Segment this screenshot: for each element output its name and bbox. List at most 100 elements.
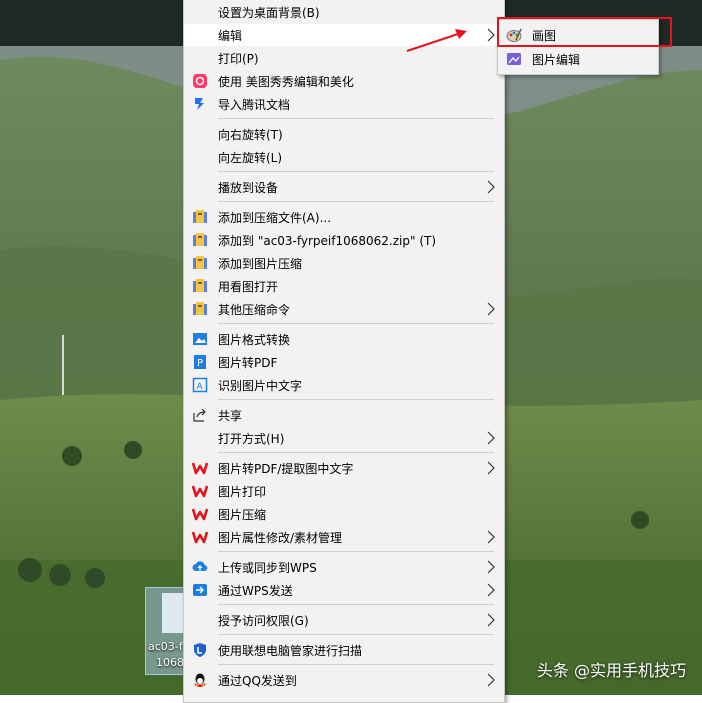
chevron-right-icon xyxy=(487,302,495,316)
menu-item-label: 通过WPS发送 xyxy=(218,584,293,598)
menu-item-label: 授予访问权限(G) xyxy=(218,614,309,628)
menu-item-label: 添加到图片压缩 xyxy=(218,257,303,271)
menu-item-label: 导入腾讯文档 xyxy=(218,98,291,112)
menu-item-add-to-zip[interactable]: 添加到 "ac03-fyrpeif1068062.zip" (T) xyxy=(184,229,504,251)
desktop-file-icon[interactable]: ac03-f 1068 xyxy=(145,587,185,675)
menu-item-lenovo-scan[interactable]: 使用联想电脑管家进行扫描 xyxy=(184,639,504,661)
submenu-item-photo-edit[interactable]: 图片编辑 xyxy=(498,48,658,70)
context-menu: 设置为桌面背景(B) 编辑 打印(P) 使用 美图秀秀编辑和美化 导入腾讯文档 … xyxy=(183,0,505,703)
svg-text:P: P xyxy=(197,358,203,369)
chevron-right-icon xyxy=(487,180,495,194)
menu-item-label: 识别图片中文字 xyxy=(218,379,303,393)
winrar-icon xyxy=(192,278,208,294)
photo-edit-icon xyxy=(506,51,522,67)
menu-item-wps-pdf-ocr[interactable]: 图片转PDF/提取图中文字 xyxy=(184,457,504,479)
chevron-right-icon xyxy=(487,530,495,544)
menu-item-label: 通过QQ发送到 xyxy=(218,674,297,688)
menu-item-label: 打开方式(H) xyxy=(218,432,285,446)
menu-item-other-compress[interactable]: 其他压缩命令 xyxy=(184,298,504,320)
share-icon xyxy=(192,407,208,423)
menu-item-label: 共享 xyxy=(218,409,243,423)
menu-item-wps-image-compress[interactable]: 图片压缩 xyxy=(184,503,504,525)
menu-item-label: 使用 美图秀秀编辑和美化 xyxy=(218,75,354,89)
wps-send-icon xyxy=(192,582,208,598)
svg-text:A: A xyxy=(197,382,204,392)
menu-item-qq-send[interactable]: 通过QQ发送到 xyxy=(184,669,504,691)
menu-item-label: 其他压缩命令 xyxy=(218,303,291,317)
file-thumbnail xyxy=(162,593,184,633)
winrar-icon xyxy=(192,209,208,225)
menu-separator xyxy=(218,323,494,324)
winrar-icon xyxy=(192,232,208,248)
menu-item-label: 打印(P) xyxy=(218,52,259,66)
wps-icon xyxy=(192,483,208,499)
menu-item-label: 上传或同步到WPS xyxy=(218,561,317,575)
menu-separator xyxy=(218,551,494,552)
menu-separator xyxy=(218,452,494,453)
menu-item-label: 使用联想电脑管家进行扫描 xyxy=(218,644,363,658)
wps-icon xyxy=(192,506,208,522)
menu-item-label: 用看图打开 xyxy=(218,280,279,294)
winrar-icon xyxy=(192,255,208,271)
meitu-icon xyxy=(192,73,208,89)
menu-item-label: 图片格式转换 xyxy=(218,333,291,347)
submenu-item-label: 图片编辑 xyxy=(532,53,581,67)
tencent-docs-icon xyxy=(192,96,208,112)
pdf-convert-icon: P xyxy=(192,354,208,370)
chevron-right-icon xyxy=(487,560,495,574)
menu-item-wps-send[interactable]: 通过WPS发送 xyxy=(184,579,504,601)
file-name-line2: 1068 xyxy=(156,656,184,669)
menu-item-label: 编辑 xyxy=(218,29,243,43)
wps-icon xyxy=(192,460,208,476)
chevron-right-icon xyxy=(487,28,495,42)
chevron-right-icon xyxy=(487,673,495,687)
menu-item-wps-upload[interactable]: 上传或同步到WPS xyxy=(184,556,504,578)
chevron-right-icon xyxy=(487,613,495,627)
menu-item-wps-image-properties[interactable]: 图片属性修改/素材管理 xyxy=(184,526,504,548)
menu-item-label: 添加到 "ac03-fyrpeif1068062.zip" (T) xyxy=(218,234,437,248)
wps-icon xyxy=(192,529,208,545)
menu-item-label: 图片转PDF xyxy=(218,356,278,370)
wps-cloud-icon xyxy=(192,559,208,575)
highlight-box xyxy=(497,17,672,47)
menu-item-open-with[interactable]: 打开方式(H) xyxy=(184,427,504,449)
menu-item-add-to-image-compress[interactable]: 添加到图片压缩 xyxy=(184,252,504,274)
winrar-icon xyxy=(192,301,208,317)
file-name-line1: ac03-f xyxy=(148,640,183,653)
menu-separator xyxy=(218,604,494,605)
menu-separator xyxy=(218,634,494,635)
menu-item-label: 向左旋转(L) xyxy=(218,151,283,165)
menu-item-grant-access[interactable]: 授予访问权限(G) xyxy=(184,609,504,631)
menu-item-rotate-right[interactable]: 向右旋转(T) xyxy=(184,123,504,145)
lenovo-shield-icon xyxy=(192,642,208,658)
menu-item-label: 图片转PDF/提取图中文字 xyxy=(218,462,354,476)
ocr-icon: A xyxy=(192,377,208,393)
menu-item-tencent-docs[interactable]: 导入腾讯文档 xyxy=(184,93,504,115)
menu-separator xyxy=(218,399,494,400)
menu-separator xyxy=(218,171,494,172)
menu-item-label: 添加到压缩文件(A)... xyxy=(218,211,332,225)
menu-separator xyxy=(218,118,494,119)
chevron-right-icon xyxy=(487,461,495,475)
menu-item-rotate-left[interactable]: 向左旋转(L) xyxy=(184,146,504,168)
menu-item-image-format-convert[interactable]: 图片格式转换 xyxy=(184,328,504,350)
menu-item-meitu[interactable]: 使用 美图秀秀编辑和美化 xyxy=(184,70,504,92)
menu-item-add-to-archive[interactable]: 添加到压缩文件(A)... xyxy=(184,206,504,228)
menu-item-ocr[interactable]: A 识别图片中文字 xyxy=(184,374,504,396)
menu-item-label: 播放到设备 xyxy=(218,181,279,195)
menu-item-label: 向右旋转(T) xyxy=(218,128,283,142)
menu-separator xyxy=(218,664,494,665)
chevron-right-icon xyxy=(487,431,495,445)
menu-item-share[interactable]: 共享 xyxy=(184,404,504,426)
menu-item-open-with-viewer[interactable]: 用看图打开 xyxy=(184,275,504,297)
qq-icon xyxy=(192,672,208,688)
menu-item-label: 图片打印 xyxy=(218,485,267,499)
menu-item-label: 设置为桌面背景(B) xyxy=(218,6,320,20)
annotation-arrow-icon xyxy=(406,29,467,52)
menu-item-image-to-pdf[interactable]: P 图片转PDF xyxy=(184,351,504,373)
menu-item-set-wallpaper[interactable]: 设置为桌面背景(B) xyxy=(184,1,504,23)
chevron-right-icon xyxy=(487,583,495,597)
menu-item-label: 图片压缩 xyxy=(218,508,267,522)
menu-item-wps-image-print[interactable]: 图片打印 xyxy=(184,480,504,502)
menu-item-cast-to-device[interactable]: 播放到设备 xyxy=(184,176,504,198)
